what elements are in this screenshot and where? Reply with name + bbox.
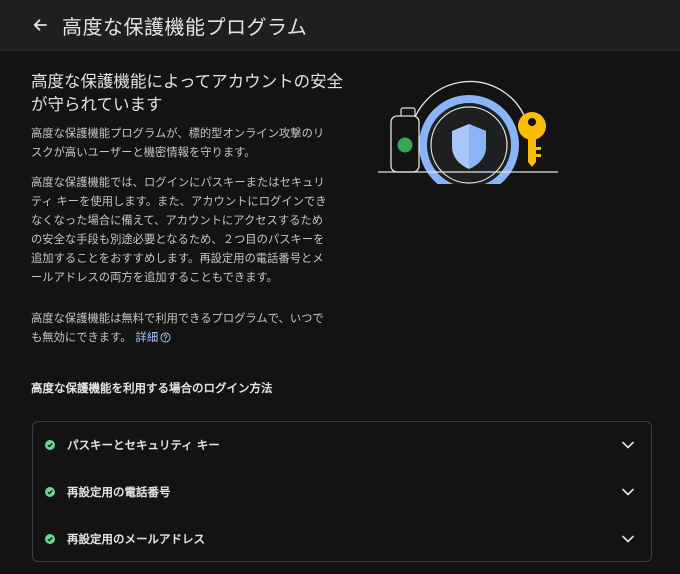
method-label: 再設定用の電話番号 (67, 485, 171, 499)
chevron-down-icon (621, 485, 635, 499)
check-circle-icon (45, 534, 55, 544)
key-icon (518, 112, 546, 167)
security-illustration (378, 80, 558, 184)
security-key-device-icon (390, 107, 420, 173)
check-circle-icon (45, 487, 55, 497)
help-circle-icon (160, 332, 171, 343)
login-methods-list: パスキーとセキュリティ キー 再設定用の電話番号 再設定用のメールアドレス (32, 421, 652, 562)
arrow-back-icon (33, 19, 47, 31)
method-row-phone[interactable]: 再設定用の電話番号 (33, 469, 651, 515)
method-row-passkey[interactable]: パスキーとセキュリティ キー (33, 422, 651, 468)
passkey-paragraph: 高度な保護機能では、ログインにパスキーまたはセキュリティ キーを使用します。また… (31, 176, 327, 284)
free-program-paragraph: 高度な保護機能は無料で利用できるプログラムで、いつでも無効にできます。 詳細 (31, 309, 331, 347)
method-label: 再設定用のメールアドレス (67, 532, 205, 546)
intro-paragraph: 高度な保護機能プログラムが、標的型オンライン攻撃のリスクが高いユーザーと機密情報… (31, 127, 325, 159)
top-app-bar: 高度な保護機能プログラム (0, 0, 680, 51)
chevron-down-icon (621, 532, 635, 546)
login-methods-heading: 高度な保護機能を利用する場合のログイン方法 (31, 381, 273, 395)
method-label: パスキーとセキュリティ キー (67, 438, 220, 452)
details-link-label: 詳細 (135, 331, 159, 344)
free-program-text: 高度な保護機能は無料で利用できるプログラムで、いつでも無効にできます。 (31, 312, 324, 344)
method-row-email[interactable]: 再設定用のメールアドレス (33, 516, 651, 562)
page-title: 高度な保護機能プログラム (62, 14, 308, 39)
hero-title: 高度な保護機能によってアカウントの安全が守られています (31, 72, 344, 114)
chevron-down-icon (621, 438, 635, 452)
details-link[interactable]: 詳細 (136, 331, 172, 344)
check-circle-icon (45, 440, 55, 450)
back-button[interactable] (28, 13, 52, 37)
